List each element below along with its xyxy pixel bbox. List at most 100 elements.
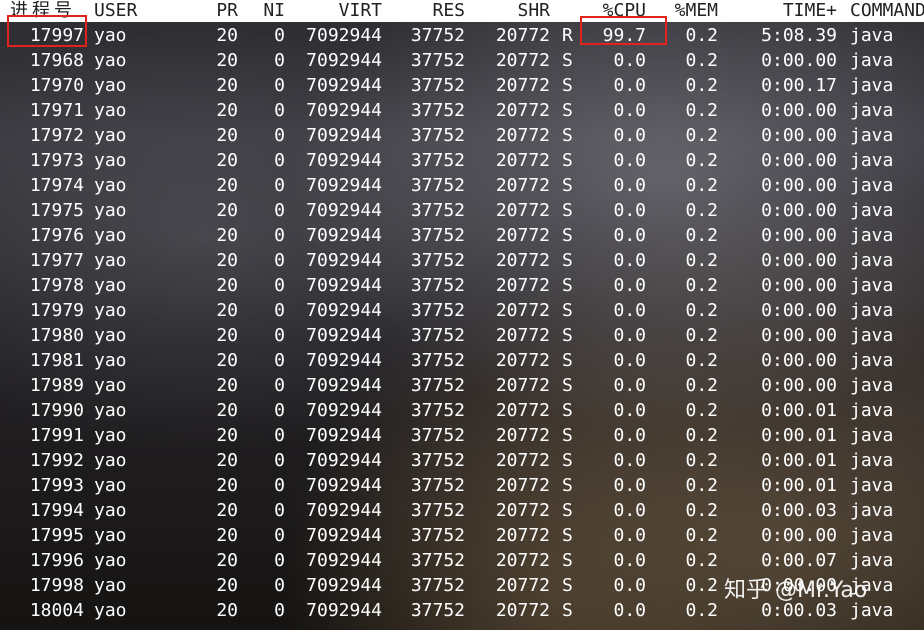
cell-cpu-time: 0:00.00 — [761, 525, 837, 546]
cell-cpu-percent: 0.0 — [613, 400, 646, 421]
cell-process-id: 17990 — [29, 400, 84, 421]
cell-nice: 0 — [274, 225, 285, 246]
cell-cpu-time: 0:00.17 — [761, 75, 837, 96]
cell-process-id: 17993 — [29, 475, 84, 496]
column-header-res[interactable]: RES — [392, 0, 465, 22]
cell-cpu-time: 0:00.01 — [761, 400, 837, 421]
cell-nice: 0 — [274, 550, 285, 571]
cell-res-memory: 37752 — [410, 25, 465, 46]
cell-res-memory: 37752 — [410, 575, 465, 596]
table-row[interactable]: 17976 yao 20 0 7092944 37752 20772 S 0.0 0.2 0:00.… — [0, 223, 924, 248]
cell-mem-percent: 0.2 — [685, 450, 718, 471]
cell-state: S — [562, 125, 573, 146]
table-row[interactable]: 17981 yao 20 0 7092944 37752 20772 S 0.0 0.2 0:00.… — [0, 348, 924, 373]
column-header-shr[interactable]: SHR — [475, 0, 550, 22]
cell-nice: 0 — [274, 300, 285, 321]
cell-res-memory: 37752 — [410, 75, 465, 96]
cell-process-id: 17971 — [29, 100, 84, 121]
column-header-virt[interactable]: VIRT — [290, 0, 382, 22]
cell-cpu-percent: 0.0 — [613, 125, 646, 146]
table-row[interactable]: 17989 yao 20 0 7092944 37752 20772 S 0.0 0.2 0:00.… — [0, 373, 924, 398]
cell-cpu-percent: 0.0 — [613, 300, 646, 321]
table-row[interactable]: 17991 yao 20 0 7092944 37752 20772 S 0.0 0.2 0:00.… — [0, 423, 924, 448]
table-row[interactable]: 17979 yao 20 0 7092944 37752 20772 S 0.0 0.2 0:00.… — [0, 298, 924, 323]
cell-shared-memory: 20772 — [495, 150, 550, 171]
table-row[interactable]: 17996 yao 20 0 7092944 37752 20772 S 0.0 0.2 0:00.… — [0, 548, 924, 573]
cell-virt-memory: 7092944 — [306, 450, 382, 471]
cell-process-id: 17977 — [29, 250, 84, 271]
column-header-ni[interactable]: NI — [248, 0, 285, 22]
cell-user: yao — [94, 400, 127, 421]
table-row[interactable]: 17992 yao 20 0 7092944 37752 20772 S 0.0 0.2 0:00.… — [0, 448, 924, 473]
cell-shared-memory: 20772 — [495, 275, 550, 296]
cell-cpu-percent: 0.0 — [613, 550, 646, 571]
column-header-command[interactable]: COMMAND — [850, 0, 924, 22]
cell-state: S — [562, 275, 573, 296]
cell-state: S — [562, 200, 573, 221]
cell-shared-memory: 20772 — [495, 225, 550, 246]
cell-command: java — [850, 200, 894, 221]
cell-nice: 0 — [274, 250, 285, 271]
cell-cpu-time: 0:00.00 — [761, 150, 837, 171]
cell-process-id: 17974 — [29, 175, 84, 196]
cell-virt-memory: 7092944 — [306, 500, 382, 521]
cell-user: yao — [94, 575, 127, 596]
cell-cpu-time: 0:00.00 — [761, 275, 837, 296]
cell-state: S — [562, 600, 573, 621]
cell-command: java — [850, 400, 894, 421]
cell-cpu-percent: 0.0 — [613, 500, 646, 521]
table-row[interactable]: 17977 yao 20 0 7092944 37752 20772 S 0.0 0.2 0:00.… — [0, 248, 924, 273]
cell-res-memory: 37752 — [410, 175, 465, 196]
cell-cpu-time: 0:00.01 — [761, 425, 837, 446]
table-row[interactable]: 17990 yao 20 0 7092944 37752 20772 S 0.0 0.2 0:00.… — [0, 398, 924, 423]
cell-priority: 20 — [216, 75, 238, 96]
cell-shared-memory: 20772 — [495, 25, 550, 46]
cell-res-memory: 37752 — [410, 375, 465, 396]
table-row[interactable]: 17978 yao 20 0 7092944 37752 20772 S 0.0 0.2 0:00.… — [0, 273, 924, 298]
cell-user: yao — [94, 200, 127, 221]
cell-nice: 0 — [274, 575, 285, 596]
table-row[interactable]: 17975 yao 20 0 7092944 37752 20772 S 0.0 0.2 0:00.… — [0, 198, 924, 223]
cell-user: yao — [94, 500, 127, 521]
column-header-time[interactable]: TIME+ — [740, 0, 837, 22]
pid-highlight-box — [7, 15, 87, 47]
table-row[interactable]: 17973 yao 20 0 7092944 37752 20772 S 0.0 0.2 0:00.… — [0, 148, 924, 173]
cell-virt-memory: 7092944 — [306, 250, 382, 271]
table-row[interactable]: 17971 yao 20 0 7092944 37752 20772 S 0.0 0.2 0:00.… — [0, 98, 924, 123]
cell-virt-memory: 7092944 — [306, 425, 382, 446]
cell-state: S — [562, 100, 573, 121]
table-row[interactable]: 17993 yao 20 0 7092944 37752 20772 S 0.0 0.2 0:00.… — [0, 473, 924, 498]
cell-virt-memory: 7092944 — [306, 600, 382, 621]
column-header-pr[interactable]: PR — [200, 0, 238, 22]
cell-process-id: 17972 — [29, 125, 84, 146]
table-row[interactable]: 17970 yao 20 0 7092944 37752 20772 S 0.0 0.2 0:00.… — [0, 73, 924, 98]
cell-nice: 0 — [274, 75, 285, 96]
column-header-user[interactable]: USER — [94, 0, 154, 22]
cell-cpu-percent: 0.0 — [613, 75, 646, 96]
cell-state: S — [562, 375, 573, 396]
table-row[interactable]: 17972 yao 20 0 7092944 37752 20772 S 0.0 0.2 0:00.… — [0, 123, 924, 148]
column-header-mem[interactable]: %MEM — [660, 0, 718, 22]
cell-shared-memory: 20772 — [495, 525, 550, 546]
cell-res-memory: 37752 — [410, 275, 465, 296]
cell-priority: 20 — [216, 100, 238, 121]
cell-shared-memory: 20772 — [495, 75, 550, 96]
watermark-text: 知乎 @Mr.Yao — [724, 578, 868, 603]
cell-nice: 0 — [274, 400, 285, 421]
table-row[interactable]: 17995 yao 20 0 7092944 37752 20772 S 0.0 0.2 0:00.… — [0, 523, 924, 548]
table-row[interactable]: 17968 yao 20 0 7092944 37752 20772 S 0.0 0.2 0:00.… — [0, 48, 924, 73]
cell-nice: 0 — [274, 150, 285, 171]
cell-cpu-percent: 0.0 — [613, 250, 646, 271]
table-row[interactable]: 17974 yao 20 0 7092944 37752 20772 S 0.0 0.2 0:00.… — [0, 173, 924, 198]
cell-command: java — [850, 500, 894, 521]
table-row[interactable]: 17994 yao 20 0 7092944 37752 20772 S 0.0 0.2 0:00.… — [0, 498, 924, 523]
cell-command: java — [850, 75, 894, 96]
cell-command: java — [850, 375, 894, 396]
cell-shared-memory: 20772 — [495, 325, 550, 346]
cell-mem-percent: 0.2 — [685, 125, 718, 146]
table-row[interactable]: 17997 yao 20 0 7092944 37752 20772 R 99.7 0.2 5:08… — [0, 23, 924, 48]
cell-mem-percent: 0.2 — [685, 500, 718, 521]
cell-shared-memory: 20772 — [495, 575, 550, 596]
cell-shared-memory: 20772 — [495, 200, 550, 221]
table-row[interactable]: 17980 yao 20 0 7092944 37752 20772 S 0.0 0.2 0:00.… — [0, 323, 924, 348]
